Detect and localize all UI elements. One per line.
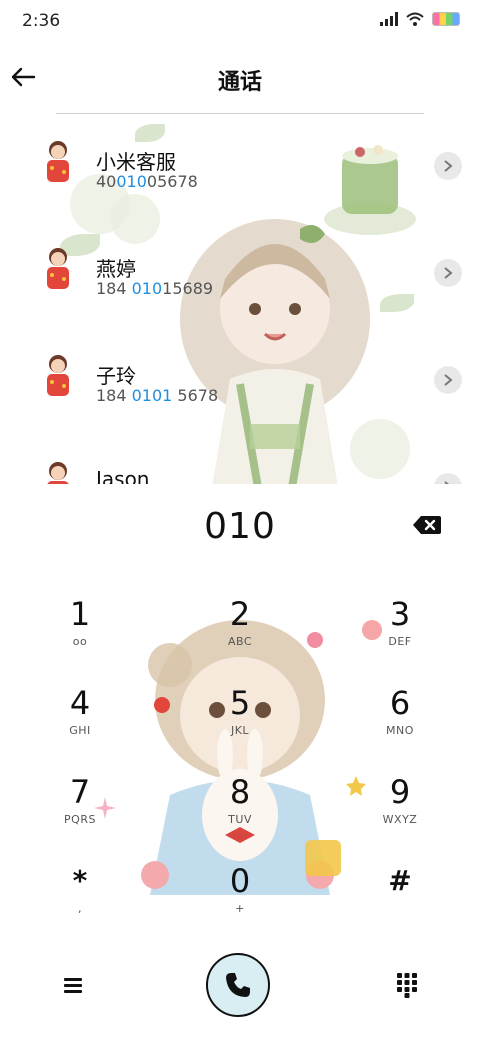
key-star[interactable]: * , bbox=[20, 862, 140, 942]
contact-row[interactable]: 小米客服 4001005678 bbox=[0, 114, 480, 218]
status-icons bbox=[380, 12, 460, 26]
status-bar: 2:36 bbox=[0, 0, 480, 44]
menu-icon bbox=[64, 978, 82, 993]
contact-name: 燕婷 bbox=[96, 257, 136, 281]
dialpad-icon bbox=[397, 973, 417, 998]
avatar bbox=[47, 248, 69, 289]
page-title: 通话 bbox=[217, 70, 262, 95]
avatar bbox=[47, 355, 69, 396]
contact-row[interactable]: Jason bbox=[0, 435, 480, 484]
chevron-right-icon bbox=[444, 481, 449, 484]
contact-row[interactable]: 子玲 184 0101 5678 bbox=[0, 328, 480, 432]
key-9[interactable]: 9 WXYZ bbox=[340, 773, 460, 853]
call-button[interactable] bbox=[206, 953, 270, 1017]
key-5[interactable]: 5 JKL bbox=[180, 684, 300, 764]
keypad: 1 oo 2 ABC 3 DEF 4 GHI 5 JKL 6 MNO 7 PQR… bbox=[0, 580, 480, 920]
key-6[interactable]: 6 MNO bbox=[340, 684, 460, 764]
signal-icon bbox=[380, 12, 398, 26]
avatar bbox=[47, 462, 69, 484]
contact-number: 184 01015689 bbox=[96, 279, 214, 298]
key-7[interactable]: 7 PQRS bbox=[20, 773, 140, 853]
contact-name: 子玲 bbox=[96, 364, 136, 388]
dialed-number: 010 bbox=[204, 506, 276, 547]
key-3[interactable]: 3 DEF bbox=[340, 595, 460, 675]
number-display: 010 bbox=[0, 500, 480, 556]
key-0[interactable]: 0 + bbox=[180, 862, 300, 942]
status-time: 2:36 bbox=[22, 11, 61, 31]
chevron-right-icon bbox=[444, 374, 453, 386]
menu-button[interactable] bbox=[60, 972, 86, 998]
contact-detail-button[interactable] bbox=[434, 259, 462, 287]
key-8[interactable]: 8 TUV bbox=[180, 773, 300, 853]
contact-name: Jason bbox=[96, 467, 150, 484]
battery-icon bbox=[432, 12, 460, 26]
contact-detail-button[interactable] bbox=[434, 473, 462, 484]
contact-name: 小米客服 bbox=[96, 150, 176, 174]
voicemail-icon: oo bbox=[72, 635, 88, 648]
key-hash[interactable]: # bbox=[340, 862, 460, 942]
contact-detail-button[interactable] bbox=[434, 152, 462, 180]
contact-number: 4001005678 bbox=[96, 172, 198, 191]
dialpad-toggle-button[interactable] bbox=[396, 972, 418, 998]
contact-row[interactable]: 燕婷 184 01015689 bbox=[0, 221, 480, 325]
contact-list[interactable]: 小米客服 4001005678 燕婷 184 01015689 子玲 184 0… bbox=[0, 114, 480, 484]
chevron-right-icon bbox=[444, 267, 453, 279]
key-2[interactable]: 2 ABC bbox=[180, 595, 300, 675]
phone-icon bbox=[226, 973, 250, 997]
bottom-bar bbox=[0, 950, 480, 1020]
contact-detail-button[interactable] bbox=[434, 366, 462, 394]
key-1[interactable]: 1 oo bbox=[20, 595, 140, 675]
backspace-icon bbox=[413, 516, 441, 534]
avatar bbox=[47, 141, 69, 182]
header: 通话 bbox=[0, 52, 480, 108]
chevron-right-icon bbox=[444, 160, 453, 172]
backspace-button[interactable] bbox=[412, 514, 442, 538]
contact-number: 184 0101 5678 bbox=[96, 386, 219, 405]
key-4[interactable]: 4 GHI bbox=[20, 684, 140, 764]
wifi-icon bbox=[406, 12, 424, 26]
